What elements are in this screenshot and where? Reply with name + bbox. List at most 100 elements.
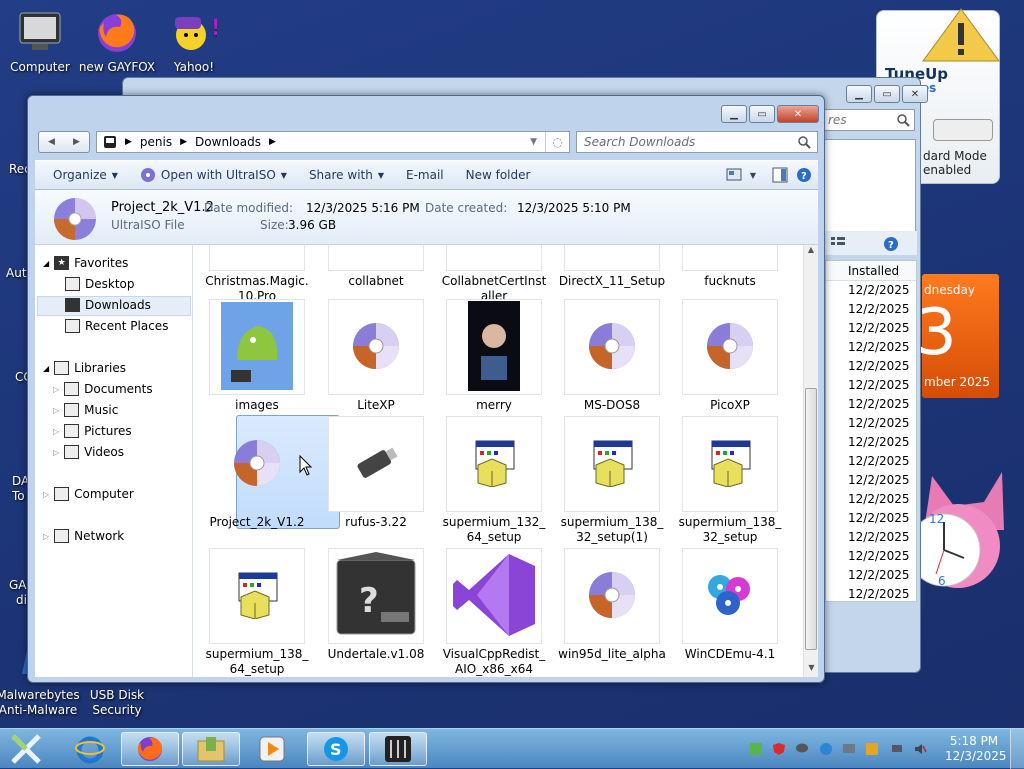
- nav-downloads[interactable]: Downloads: [65, 298, 151, 312]
- nav-documents[interactable]: ▷ Documents: [53, 382, 153, 396]
- breadcrumb-penis[interactable]: penis: [140, 135, 172, 149]
- taskbar-mixer[interactable]: [369, 732, 427, 766]
- bg-list-row[interactable]: 12/2/2025: [826, 281, 916, 300]
- file-item[interactable]: win95d_lite_alpha: [553, 548, 671, 662]
- expand-arrow-icon[interactable]: ▷: [53, 385, 59, 394]
- minimize-button[interactable]: ▁: [846, 85, 872, 103]
- bg-list-row[interactable]: 12/2/2025: [826, 471, 916, 490]
- nav-desktop[interactable]: Desktop: [65, 277, 135, 291]
- file-item[interactable]: fucknuts: [671, 245, 789, 289]
- organize-button[interactable]: Organize ▼: [45, 168, 132, 182]
- file-item[interactable]: MS-DOS8: [553, 299, 671, 413]
- open-with-button[interactable]: Open with UltraISO ▼: [132, 167, 301, 183]
- minimize-button[interactable]: ▁: [721, 105, 747, 123]
- nav-network[interactable]: ▷ Network: [43, 529, 124, 543]
- expand-arrow-icon[interactable]: ▷: [53, 427, 59, 436]
- file-item[interactable]: rufus-3.22: [317, 416, 435, 530]
- tray-chat-icon[interactable]: [794, 741, 810, 757]
- vertical-scrollbar[interactable]: ▲ ▼: [803, 245, 818, 677]
- help-icon[interactable]: ?: [883, 236, 899, 252]
- scroll-down-icon[interactable]: ▼: [804, 663, 819, 677]
- bg-list-row[interactable]: 12/2/2025: [826, 585, 916, 601]
- tuneup-mode-switch[interactable]: [933, 119, 993, 141]
- file-item[interactable]: merry: [435, 299, 553, 413]
- maximize-button[interactable]: ▭: [874, 85, 900, 103]
- desktop-icon-yahoo[interactable]: ! Yahoo!: [152, 8, 236, 75]
- file-item[interactable]: LiteXP: [317, 299, 435, 413]
- breadcrumb-chevron-icon[interactable]: ▶: [269, 137, 276, 147]
- file-item[interactable]: DirectX_11_Setup: [553, 245, 671, 289]
- nav-pictures[interactable]: ▷ Pictures: [53, 424, 132, 438]
- taskbar-skype[interactable]: S: [307, 732, 365, 766]
- bg-list-row[interactable]: 12/2/2025: [826, 566, 916, 585]
- bg-list-row[interactable]: 12/2/2025: [826, 490, 916, 509]
- view-icon[interactable]: [831, 237, 845, 249]
- file-item[interactable]: ? Undertale.v1.08: [317, 548, 435, 662]
- scroll-up-icon[interactable]: ▲: [804, 245, 818, 259]
- scroll-thumb[interactable]: [805, 388, 817, 650]
- bg-list-row[interactable]: 12/2/2025: [826, 338, 916, 357]
- bg-list-row[interactable]: 12/2/2025: [826, 376, 916, 395]
- expand-arrow-icon[interactable]: ▷: [53, 448, 59, 457]
- bg-list-row[interactable]: 12/2/2025: [826, 395, 916, 414]
- refresh-icon[interactable]: ◌: [545, 132, 569, 152]
- nav-videos[interactable]: ▷ Videos: [53, 445, 124, 459]
- calendar-gadget[interactable]: dnesday 3 mber 2025: [916, 274, 999, 398]
- expand-arrow-icon[interactable]: ▷: [43, 532, 49, 541]
- clock-gadget[interactable]: 12 6: [907, 470, 1008, 592]
- nav-computer[interactable]: ▷ Computer: [43, 487, 134, 501]
- tray-display-icon[interactable]: [841, 741, 857, 757]
- file-item[interactable]: images: [198, 299, 316, 413]
- nav-music[interactable]: ▷ Music: [53, 403, 118, 417]
- taskbar-clock[interactable]: 5:18 PM 12/3/2025: [945, 734, 1007, 764]
- desktop-icon-computer[interactable]: Computer: [0, 8, 82, 75]
- change-view-button[interactable]: ▼: [726, 168, 756, 182]
- expand-icon[interactable]: ◢: [43, 259, 49, 268]
- address-bar[interactable]: ▶ penis ▶ Downloads ▶ ▼ ◌: [96, 131, 570, 153]
- file-item[interactable]: supermium_132_ 64_setup: [435, 416, 553, 545]
- tray-info-icon[interactable]: [818, 741, 834, 757]
- bg-installed-list[interactable]: Installed 12/2/2025 12/2/2025 12/2/2025 12/…: [825, 260, 917, 602]
- tray-shield-icon[interactable]: [771, 741, 787, 757]
- forward-icon[interactable]: ▶: [64, 132, 89, 152]
- search-input[interactable]: Search Downloads: [576, 131, 818, 153]
- taskbar-internet-explorer[interactable]: [61, 732, 119, 766]
- back-icon[interactable]: ◀: [39, 132, 64, 152]
- bg-list-row[interactable]: 12/2/2025: [826, 547, 916, 566]
- email-button[interactable]: E-mail: [398, 168, 458, 182]
- bg-list-row[interactable]: 12/2/2025: [826, 528, 916, 547]
- desktop-icon-new-gayfox[interactable]: new GAYFOX: [75, 8, 159, 75]
- file-item[interactable]: collabnet: [317, 245, 435, 289]
- taskbar-firefox[interactable]: [121, 732, 179, 766]
- new-folder-button[interactable]: New folder: [458, 168, 545, 182]
- close-button[interactable]: ✕: [777, 105, 819, 123]
- bg-list-row[interactable]: 12/2/2025: [826, 509, 916, 528]
- expand-arrow-icon[interactable]: ▷: [53, 406, 59, 415]
- bg-list-row[interactable]: 12/2/2025: [826, 414, 916, 433]
- tray-icon-1[interactable]: [748, 741, 764, 757]
- tray-volume-icon[interactable]: [912, 741, 928, 757]
- maximize-button[interactable]: ▭: [749, 105, 775, 123]
- file-item[interactable]: supermium_138_ 64_setup: [198, 548, 316, 677]
- breadcrumb-chevron-icon[interactable]: ▶: [125, 137, 132, 147]
- file-item[interactable]: CollabnetCertInst aller: [435, 245, 553, 304]
- file-item[interactable]: WinCDEmu-4.1: [671, 548, 789, 662]
- taskbar-media-player[interactable]: [243, 732, 301, 766]
- show-desktop-button[interactable]: [1010, 729, 1024, 769]
- file-item[interactable]: PicoXP: [671, 299, 789, 413]
- file-list[interactable]: Christmas.Magic. 10.Pro collabnet Collabne…: [193, 245, 803, 677]
- expand-icon[interactable]: ◢: [43, 364, 49, 373]
- breadcrumb-downloads[interactable]: Downloads: [195, 135, 261, 149]
- nav-libraries[interactable]: ◢ Libraries: [43, 361, 126, 375]
- bg-list-row[interactable]: 12/2/2025: [826, 452, 916, 471]
- share-with-button[interactable]: Share with ▼: [301, 168, 398, 182]
- help-icon[interactable]: ?: [796, 167, 812, 183]
- taskbar-explorer[interactable]: [182, 732, 240, 766]
- bg-search-input[interactable]: res: [823, 109, 915, 131]
- file-item[interactable]: Christmas.Magic. 10.Pro: [198, 245, 316, 304]
- explorer-window[interactable]: ▁ ▭ ✕ ◀ ▶ ▶ penis ▶ Downloads ▶ ▼ ◌ Sear…: [27, 95, 825, 683]
- file-item[interactable]: supermium_138_ 32_setup(1): [553, 416, 671, 545]
- address-dropdown-icon[interactable]: ▼: [530, 137, 537, 147]
- file-item[interactable]: supermium_138_ 32_setup: [671, 416, 789, 545]
- bg-list-row[interactable]: 12/2/2025: [826, 357, 916, 376]
